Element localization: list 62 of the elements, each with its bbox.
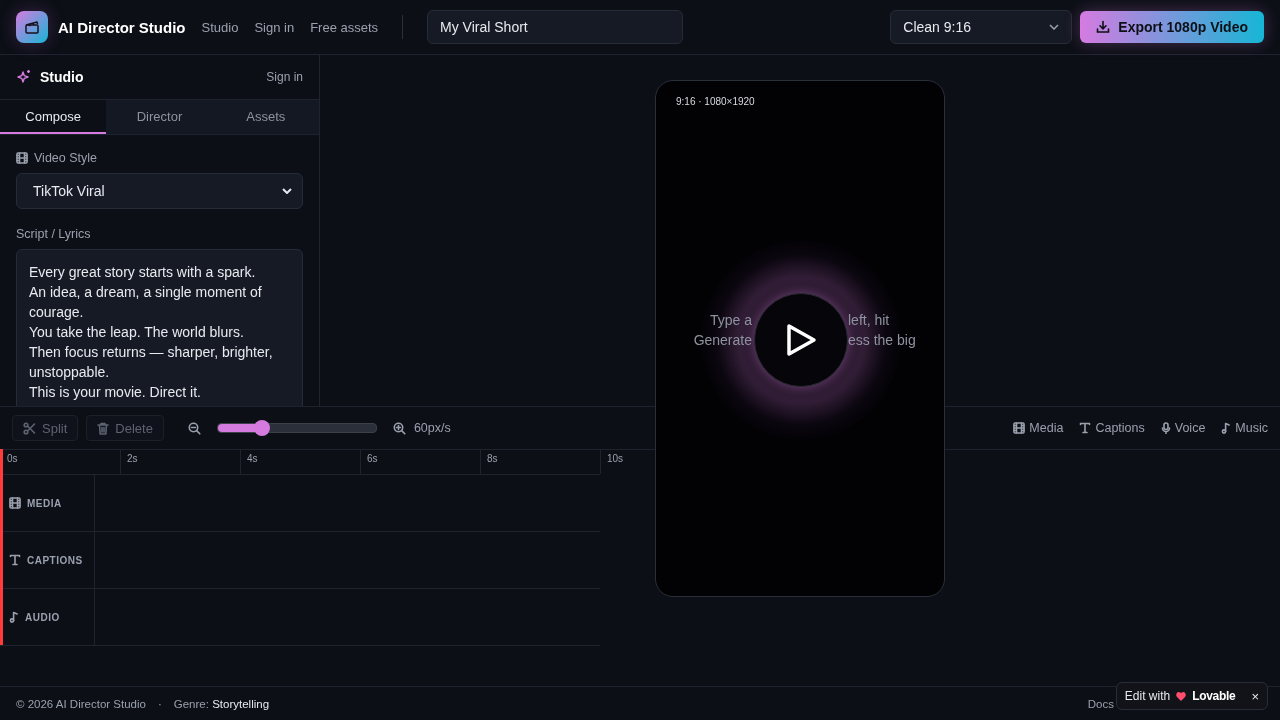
nav-link[interactable]: Sign in: [254, 19, 295, 35]
video-style-select[interactable]: TikTok Viral: [16, 173, 303, 209]
hint-text: Type a: [709, 311, 752, 330]
project-title-field[interactable]: My Viral Short: [427, 10, 684, 44]
separator-dot: ·: [157, 697, 162, 710]
trash-icon: [97, 421, 110, 435]
genre-text: Genre: Storytelling: [173, 697, 270, 710]
preset-dropdown[interactable]: Clean 9:16: [890, 10, 1073, 44]
play-button[interactable]: [754, 293, 848, 387]
field-label: Script / Lyrics: [16, 227, 91, 241]
badge-text: Edit with: [1124, 689, 1171, 703]
nav-link[interactable]: Studio: [201, 19, 239, 35]
play-icon: [784, 322, 818, 358]
layer-toggle[interactable]: Music: [1221, 421, 1268, 435]
music-note-icon: [1221, 422, 1232, 434]
track-label: AUDIO: [25, 611, 60, 623]
zoom-slider[interactable]: [216, 423, 377, 433]
film-icon: [1013, 422, 1026, 434]
app-name: AI Director Studio: [58, 18, 186, 36]
panel-title: Studio: [40, 69, 85, 85]
field-label: Video Style: [34, 151, 97, 165]
film-icon: [16, 152, 28, 164]
zoom-out-icon[interactable]: [187, 421, 201, 435]
clapperboard-logo-icon: [16, 11, 48, 43]
text-icon: [9, 554, 21, 566]
copyright-text: © 2026 AI Director Studio: [16, 697, 146, 710]
footer-link[interactable]: Docs: [1087, 697, 1114, 710]
ruler-label: 8s: [487, 453, 498, 464]
zoom-in-icon[interactable]: [392, 421, 406, 435]
tab[interactable]: Director: [106, 100, 213, 134]
sign-in-link[interactable]: Sign in: [266, 70, 303, 84]
track-label: CAPTIONS: [27, 554, 83, 566]
ruler-label: 0s: [7, 453, 18, 464]
ruler-label: 6s: [367, 453, 378, 464]
zoom-reading: 60px/s: [413, 421, 451, 435]
text-icon: [1079, 422, 1092, 434]
brand-name: Lovable: [1192, 689, 1236, 703]
film-icon: [9, 497, 21, 509]
ruler-label: 2s: [127, 453, 138, 464]
chevron-down-icon: [282, 188, 292, 194]
script-field[interactable]: Every great story starts with a spark. An idea, a dream, a single moment of courage. You take the leap. The world blurs. Then focus returns — sharper, brighter, unstoppable. This is your movie. Direct it.: [16, 249, 303, 406]
hint-text: ess the big: [848, 331, 916, 350]
export-button[interactable]: Export 1080p Video: [1080, 11, 1264, 43]
layer-toggle[interactable]: Media: [1013, 421, 1064, 435]
music-note-icon: [9, 611, 19, 623]
layer-toggle[interactable]: Voice: [1160, 421, 1206, 435]
ruler-label: 4s: [247, 453, 258, 464]
hint-text: Generate: [693, 331, 752, 350]
track-label: MEDIA: [27, 497, 62, 509]
sparkles-icon: [16, 69, 32, 85]
scissors-icon: [23, 421, 36, 435]
chevron-down-icon: [1049, 24, 1060, 30]
tab[interactable]: Assets: [212, 100, 319, 134]
hint-text: left, hit: [848, 311, 890, 330]
heart-icon: [1176, 691, 1187, 701]
nav-link[interactable]: Free assets: [310, 19, 379, 35]
layer-toggle[interactable]: Captions: [1079, 421, 1145, 435]
download-icon: [1096, 20, 1111, 34]
ruler-label: 10s: [607, 453, 624, 464]
format-label: 9:16 · 1080×1920: [676, 96, 755, 107]
microphone-icon: [1160, 422, 1171, 434]
close-button[interactable]: ×: [1251, 688, 1259, 704]
